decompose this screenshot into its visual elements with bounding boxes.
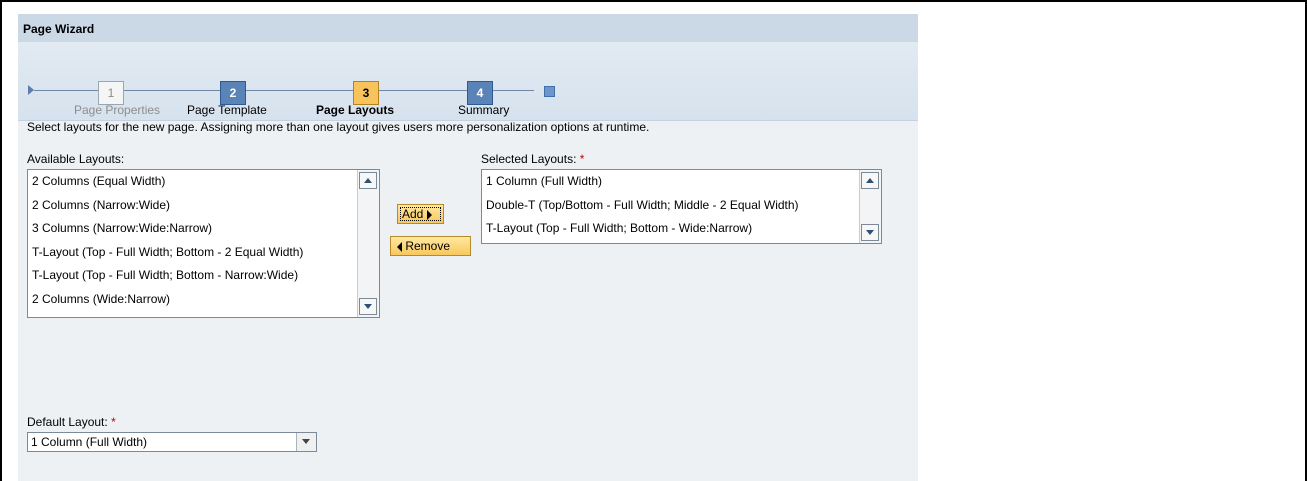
available-layout-item[interactable]: T-Layout (Top - Full Width; Bottom - Nar… — [28, 264, 379, 288]
step-2-box[interactable]: 2 — [220, 81, 246, 105]
add-button-label: Add — [402, 207, 424, 221]
arrow-left-icon — [397, 241, 402, 252]
scroll-down-button[interactable] — [861, 224, 879, 241]
selected-layouts-list[interactable]: 1 Column (Full Width) Double-T (Top/Bott… — [481, 169, 882, 244]
remove-button[interactable]: Remove — [390, 236, 471, 256]
wizard-steps-bar: 1 2 3 4 Page Properties Page Template Pa… — [18, 42, 918, 121]
available-layouts-label: Available Layouts: — [27, 152, 124, 166]
wizard-title: Page Wizard — [18, 14, 918, 42]
available-layout-item[interactable]: 2 Columns (Narrow:Wide) — [28, 194, 379, 218]
default-layout-select[interactable]: 1 Column (Full Width) — [27, 432, 317, 452]
remove-button-label: Remove — [405, 239, 451, 253]
chevron-up-icon — [866, 178, 874, 183]
available-layout-item[interactable]: 3 Columns (Narrow:Wide:Narrow) — [28, 217, 379, 241]
step-3-box[interactable]: 3 — [353, 81, 379, 105]
step-1-label: Page Properties — [74, 103, 161, 117]
chevron-down-icon — [866, 230, 874, 235]
required-marker: * — [111, 415, 116, 429]
default-layout-label: Default Layout: * — [27, 415, 116, 429]
step-2-label[interactable]: Page Template — [187, 103, 267, 117]
step-4-box[interactable]: 4 — [467, 81, 493, 105]
step-4-label[interactable]: Summary — [458, 103, 509, 117]
arrow-right-icon — [426, 209, 432, 220]
selected-layout-item[interactable]: Double-T (Top/Bottom - Full Width; Middl… — [482, 194, 881, 218]
steps-start-arrow-icon — [28, 85, 34, 95]
scroll-up-button[interactable] — [359, 172, 377, 189]
scroll-down-button[interactable] — [359, 298, 377, 315]
step-3-label[interactable]: Page Layouts — [316, 103, 394, 117]
selected-layout-item[interactable]: T-Layout (Top - Full Width; Bottom - Wid… — [482, 217, 881, 241]
selected-layout-item[interactable]: 1 Column (Full Width) — [482, 170, 881, 194]
selected-layouts-label: Selected Layouts: * — [481, 152, 584, 166]
selected-layouts-label-text: Selected Layouts: — [481, 152, 577, 166]
chevron-down-icon — [302, 439, 310, 444]
scroll-up-button[interactable] — [861, 172, 879, 189]
available-layout-item[interactable]: 2 Columns (Wide:Narrow) — [28, 288, 379, 312]
dropdown-button[interactable] — [296, 433, 316, 451]
default-layout-label-text: Default Layout: — [27, 415, 108, 429]
chevron-up-icon — [364, 178, 372, 183]
steps-end-square-icon — [544, 86, 555, 97]
available-layouts-list[interactable]: 2 Columns (Equal Width) 2 Columns (Narro… — [27, 169, 380, 318]
add-button[interactable]: Add — [397, 204, 444, 224]
instructions-text: Select layouts for the new page. Assigni… — [27, 120, 650, 134]
step-1-box: 1 — [98, 81, 124, 105]
chevron-down-icon — [364, 304, 372, 309]
available-list-scrollbar[interactable] — [357, 170, 379, 317]
available-layout-item[interactable]: T-Layout (Top - Full Width; Bottom - 2 E… — [28, 241, 379, 265]
available-layouts-label-text: Available Layouts: — [27, 152, 125, 166]
available-layout-item[interactable]: 2 Columns (Equal Width) — [28, 170, 379, 194]
page-wizard-panel: Page Wizard 1 2 3 4 Page Properties Page… — [18, 14, 918, 481]
selected-list-scrollbar[interactable] — [859, 170, 881, 243]
default-layout-value: 1 Column (Full Width) — [31, 435, 148, 449]
required-marker: * — [579, 152, 585, 166]
